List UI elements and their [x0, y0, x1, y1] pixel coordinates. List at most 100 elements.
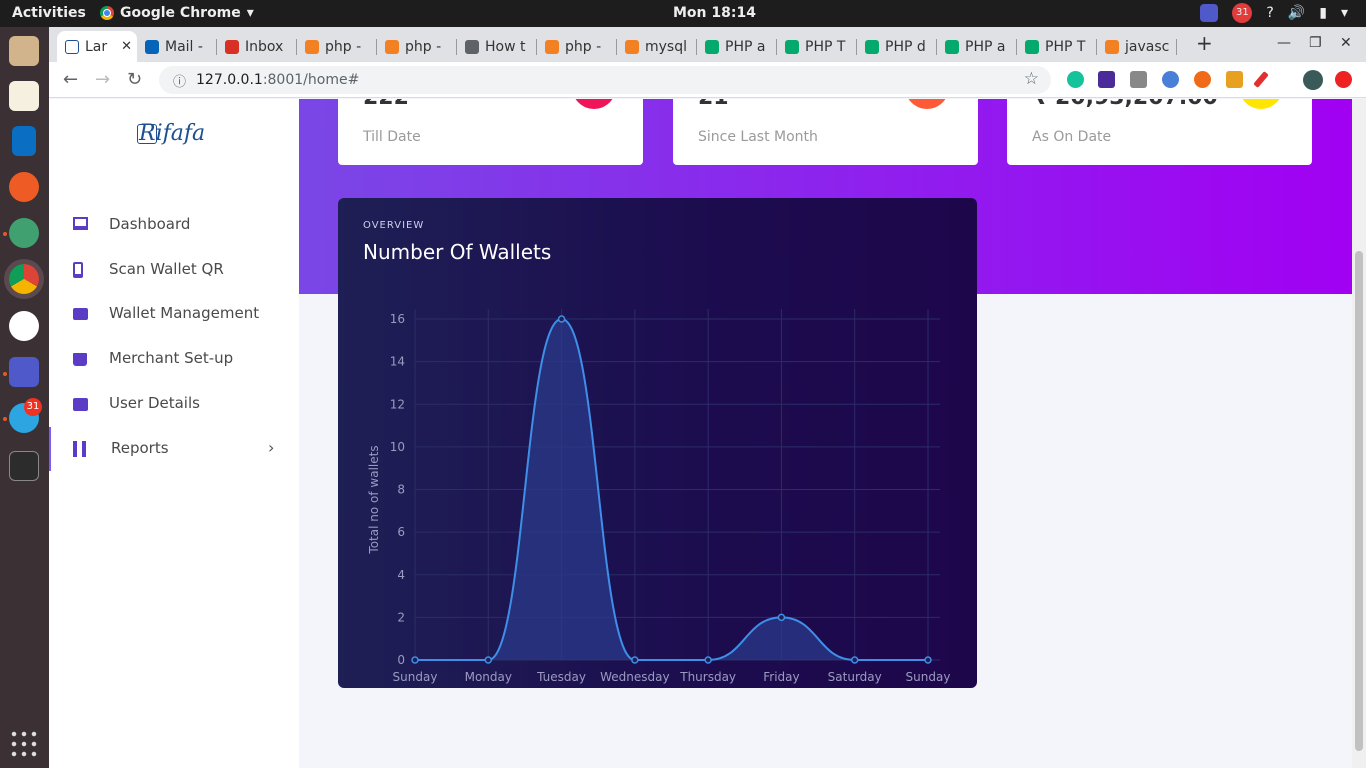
back-icon[interactable]: ←	[63, 69, 78, 90]
image-icon[interactable]	[1226, 71, 1243, 88]
browser-tab[interactable]: How t	[457, 31, 537, 62]
show-apps-icon[interactable]	[9, 729, 39, 759]
stat-value: 222	[363, 99, 409, 110]
new-tab-button[interactable]: +	[1196, 31, 1213, 55]
sidebar-item-reports[interactable]: Reports ›	[49, 427, 299, 471]
text-editor-icon[interactable]	[9, 81, 39, 111]
y-tick-label: 16	[390, 312, 405, 326]
slack-icon[interactable]	[9, 311, 39, 341]
shopping-bag-icon	[73, 353, 87, 366]
tab-title: PHP d	[885, 38, 926, 55]
tab-separator	[1176, 39, 1177, 55]
wallets-chart: 0246810121416Total no of walletsSunday02…	[367, 309, 950, 684]
sidebar-item-label: Dashboard	[109, 215, 191, 233]
clock[interactable]: Mon 18:14	[673, 5, 756, 21]
browser-tab[interactable]: PHP T	[777, 31, 857, 62]
grammarly-icon[interactable]	[1067, 71, 1084, 88]
volume-icon[interactable]: 🔊	[1288, 5, 1305, 21]
browser-tab[interactable]: PHP a	[697, 31, 777, 62]
bookmark-star-icon[interactable]: ☆	[1024, 69, 1039, 89]
reload-icon[interactable]: ↻	[127, 69, 142, 90]
tab-title: php -	[325, 38, 362, 55]
extension-blue-icon[interactable]	[1162, 71, 1179, 88]
info-icon[interactable]: ⓘ	[173, 71, 186, 90]
files-icon[interactable]	[9, 36, 39, 66]
running-indicator	[3, 417, 7, 421]
stat-caption: As On Date	[1032, 129, 1112, 145]
teams-tray-icon[interactable]	[1200, 4, 1219, 22]
atom-icon[interactable]	[9, 218, 39, 248]
url-input[interactable]: ⓘ 127.0.0.1:8001/home# ☆	[159, 66, 1051, 94]
teams-icon[interactable]	[9, 357, 39, 387]
x-tick-label: Tuesday	[536, 670, 586, 684]
sidebar-item-wallet-management[interactable]: Wallet Management	[49, 292, 299, 336]
fire-icon[interactable]	[1194, 71, 1211, 88]
browser-tab[interactable]: PHP a	[937, 31, 1017, 62]
data-point	[484, 656, 493, 664]
tab-favicon-icon	[705, 39, 719, 54]
pen-icon[interactable]	[1253, 71, 1269, 88]
browser-tab[interactable]: Inbox	[217, 31, 297, 62]
browser-tab[interactable]: php -	[377, 31, 457, 62]
tab-favicon-icon	[225, 39, 239, 54]
close-icon[interactable]: ✕	[121, 39, 132, 54]
tab-title: Lar	[85, 38, 108, 55]
chevron-right-icon: ›	[268, 438, 275, 457]
close-window-button[interactable]: ✕	[1340, 35, 1352, 51]
calendar-badge[interactable]: 31	[1232, 3, 1253, 23]
sidebar-item-label: Merchant Set-up	[109, 349, 234, 367]
browser-tab[interactable]: javasc	[1097, 31, 1177, 62]
data-point	[631, 656, 639, 664]
data-point	[924, 656, 932, 664]
page-scrollbar[interactable]	[1352, 99, 1366, 768]
tab-favicon-icon	[145, 39, 159, 54]
browser-tab[interactable]: php -	[537, 31, 617, 62]
browser-tab[interactable]: PHP d	[857, 31, 937, 62]
camera-icon[interactable]	[1130, 71, 1147, 88]
restore-button[interactable]: ❐	[1309, 35, 1322, 51]
minimize-button[interactable]: —	[1277, 35, 1291, 51]
update-icon[interactable]	[1335, 71, 1352, 88]
forward-icon[interactable]: →	[95, 69, 110, 90]
browser-tab[interactable]: php -	[297, 31, 377, 62]
sidebar-item-merchant-setup[interactable]: Merchant Set-up	[49, 337, 299, 381]
tab-title: mysql	[645, 38, 687, 55]
x-tick-label: Saturday	[828, 670, 882, 684]
sidebar-item-user-details[interactable]: User Details	[49, 382, 299, 426]
id-card-icon	[73, 398, 88, 411]
tab-title: PHP T	[805, 38, 846, 55]
vscode-icon[interactable]	[12, 126, 36, 156]
web-page: Rifafa Dashboard Scan Wallet QR Wallet M…	[49, 99, 1352, 768]
chevron-down-icon[interactable]: ▾	[1341, 5, 1348, 21]
sidebar-item-dashboard[interactable]: Dashboard	[49, 203, 299, 247]
browser-tab[interactable]: PHP T	[1017, 31, 1097, 62]
screen-recorder-icon[interactable]	[1098, 71, 1115, 88]
monitor-icon	[73, 217, 88, 230]
profile-avatar[interactable]	[1303, 70, 1323, 90]
y-tick-label: 4	[397, 568, 405, 582]
browser-tab[interactable]: Mail -	[137, 31, 217, 62]
x-tick-label: Thursday	[679, 670, 736, 684]
scrollbar-thumb[interactable]	[1355, 251, 1363, 751]
activities-button[interactable]: Activities	[12, 5, 86, 21]
browser-tab[interactable]: mysql	[617, 31, 697, 62]
sidebar-item-label: User Details	[109, 394, 200, 412]
stat-value: ₹ 20,93,207.00	[1032, 99, 1218, 110]
tab-active[interactable]: Lar ✕	[57, 31, 137, 62]
chrome-icon[interactable]	[9, 264, 39, 294]
postman-icon[interactable]	[9, 172, 39, 202]
chart-card: OVERVIEW Number Of Wallets 0 2 4 6 8 10 12 14 16…	[338, 198, 977, 688]
sidebar-item-scan-wallet-qr[interactable]: Scan Wallet QR	[49, 248, 299, 292]
data-point	[411, 656, 419, 664]
battery-icon[interactable]: ▮	[1319, 5, 1327, 21]
sidebar-item-label: Wallet Management	[109, 304, 260, 322]
terminal-icon[interactable]	[9, 451, 39, 481]
tab-favicon-icon	[785, 39, 799, 54]
y-tick-label: 6	[397, 525, 405, 539]
y-tick-label: 14	[390, 355, 405, 369]
help-icon[interactable]: ?	[1266, 5, 1273, 21]
logo[interactable]: Rifafa	[137, 121, 205, 146]
tab-favicon-icon	[305, 39, 319, 54]
tab-title: How t	[485, 38, 526, 55]
app-menu[interactable]: Google Chrome ▾	[100, 5, 254, 21]
